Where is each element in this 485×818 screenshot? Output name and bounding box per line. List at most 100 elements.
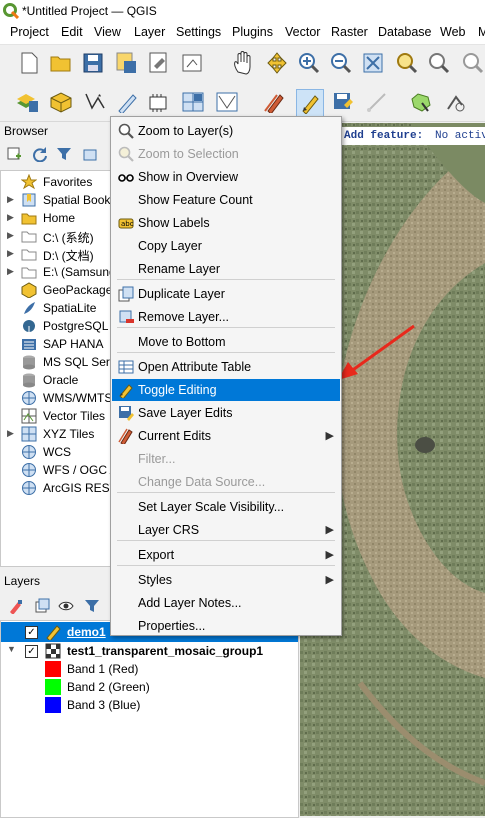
- layer-context-menu: Zoom to Layer(s) Zoom to Selection Show in…: [110, 116, 342, 636]
- filter-legend-icon[interactable]: [84, 598, 100, 614]
- menu-item-current-edits[interactable]: Current Edits ▶: [112, 425, 340, 447]
- menu-item-styles[interactable]: Styles ▶: [112, 569, 340, 591]
- style-manager-icon[interactable]: [8, 598, 24, 614]
- layer-visibility-checkbox[interactable]: ✓: [25, 626, 38, 639]
- zoom-to-layer-icon[interactable]: [426, 50, 452, 76]
- zoom-full-icon[interactable]: [360, 50, 386, 76]
- add-selected-icon[interactable]: [6, 146, 22, 162]
- menu-item-label: Zoom to Selection: [138, 147, 239, 161]
- digitize-line-icon[interactable]: [364, 89, 390, 115]
- layout-manager-icon[interactable]: [180, 50, 206, 76]
- menu-item-open-attribute-table[interactable]: Open Attribute Table: [112, 356, 340, 378]
- menu-item-show-feature-count[interactable]: Show Feature Count: [112, 189, 340, 211]
- menu-item-show-in-overview[interactable]: Show in Overview: [112, 166, 340, 188]
- new-temp-layer-icon[interactable]: [114, 89, 140, 115]
- menu-web[interactable]: Web: [440, 25, 465, 39]
- data-source-manager-icon[interactable]: [14, 89, 40, 115]
- menu-item-label: Move to Bottom: [138, 335, 226, 349]
- menu-item-layer-crs[interactable]: Layer CRS ▶: [112, 519, 340, 541]
- menu-item-save-layer-edits[interactable]: Save Layer Edits: [112, 402, 340, 424]
- print-layout-icon[interactable]: [146, 50, 172, 76]
- menu-raster[interactable]: Raster: [331, 25, 368, 39]
- new-geopackage-icon[interactable]: [48, 89, 74, 115]
- menu-project[interactable]: Project: [10, 25, 49, 39]
- annotation-arrow-icon: [338, 324, 415, 380]
- globe-icon: [21, 480, 37, 496]
- menu-item-rename-layer[interactable]: Rename Layer: [112, 258, 340, 280]
- folder-icon: [21, 228, 37, 244]
- menu-vector[interactable]: Vector: [285, 25, 320, 39]
- digitize-shape-icon[interactable]: [442, 89, 468, 115]
- menu-item-show-labels[interactable]: abc Show Labels: [112, 212, 340, 234]
- submenu-arrow-icon: ▶: [325, 430, 334, 442]
- menu-item-label: Remove Layer...: [138, 310, 230, 324]
- menu-item-filter: Filter...: [112, 448, 340, 470]
- menu-edit[interactable]: Edit: [61, 25, 83, 39]
- menu-item-label: Layer CRS: [138, 523, 200, 537]
- table-icon: [118, 359, 134, 375]
- expand-arrow-icon[interactable]: ▶: [7, 212, 14, 223]
- zoom-in-icon[interactable]: [296, 50, 322, 76]
- expand-arrow-icon[interactable]: ▶: [7, 428, 14, 439]
- menu-item-set-layer-scale-visibility[interactable]: Set Layer Scale Visibility...: [112, 496, 340, 518]
- folder-icon: [21, 246, 37, 262]
- zoom-native-icon[interactable]: [460, 50, 485, 76]
- menu-layer[interactable]: Layer: [134, 25, 165, 39]
- band-label: Band 3 (Blue): [67, 698, 141, 712]
- layer-visibility-checkbox[interactable]: ✓: [25, 645, 38, 658]
- save-edits-toolbar-icon[interactable]: [330, 89, 356, 115]
- collapse-all-icon[interactable]: [82, 146, 98, 162]
- menu-item-label: Current Edits: [138, 429, 211, 443]
- new-shapefile-icon[interactable]: *: [82, 89, 108, 115]
- menu-item-remove-layer[interactable]: Remove Layer...: [112, 306, 340, 328]
- submenu-arrow-icon: ▶: [325, 549, 334, 561]
- menu-item-zoom-to-layer-s[interactable]: Zoom to Layer(s): [112, 120, 340, 142]
- folder-icon: [21, 210, 37, 226]
- menu-item-label: Change Data Source...: [138, 475, 266, 489]
- menu-plugins[interactable]: Plugins: [232, 25, 273, 39]
- menu-item-toggle-editing[interactable]: Toggle Editing: [112, 379, 340, 401]
- menu-item-export[interactable]: Export ▶: [112, 544, 340, 566]
- menu-settings[interactable]: Settings: [176, 25, 221, 39]
- save-project-icon[interactable]: [80, 50, 106, 76]
- new-mesh-icon[interactable]: [214, 89, 240, 115]
- labels-icon: abc: [118, 215, 134, 231]
- zoom-out-icon[interactable]: [328, 50, 354, 76]
- spatialite-icon: [21, 300, 37, 316]
- filter-icon[interactable]: [56, 146, 72, 162]
- expand-arrow-icon[interactable]: ▶: [7, 266, 14, 277]
- pan-hand-icon[interactable]: [230, 50, 256, 76]
- expand-arrow-icon[interactable]: ▶: [7, 194, 14, 205]
- menu-database[interactable]: Database: [378, 25, 432, 39]
- menu-item-move-to-bottom[interactable]: Move to Bottom: [112, 331, 340, 353]
- vertex-tool-icon[interactable]: [408, 89, 434, 115]
- open-project-icon[interactable]: [48, 50, 74, 76]
- new-project-icon[interactable]: [16, 50, 42, 76]
- expand-arrow-icon[interactable]: ▶: [7, 248, 14, 259]
- menu-item-label: Properties...: [138, 619, 206, 633]
- raster-calculator-icon[interactable]: [180, 89, 206, 115]
- pan-to-selection-icon[interactable]: [264, 50, 290, 76]
- layer-row-raster[interactable]: ▼ ✓ test1_transparent_mosaic_group1: [1, 642, 298, 660]
- toggle-editing-toolbar-icon[interactable]: [296, 89, 324, 117]
- add-group-icon[interactable]: [34, 598, 50, 614]
- menu-item-label: Copy Layer: [138, 239, 202, 253]
- visibility-eye-icon[interactable]: [58, 598, 74, 614]
- save-as-icon[interactable]: [114, 50, 140, 76]
- new-virtual-layer-icon[interactable]: [146, 89, 172, 115]
- zoom-to-selection-icon[interactable]: [394, 50, 420, 76]
- expand-arrow-icon[interactable]: ▶: [7, 230, 14, 241]
- menu-item-properties[interactable]: Properties...: [112, 615, 340, 637]
- menu-more[interactable]: M: [478, 25, 485, 39]
- menu-item-duplicate-layer[interactable]: Duplicate Layer: [112, 283, 340, 305]
- menu-item-add-layer-notes[interactable]: Add Layer Notes...: [112, 592, 340, 614]
- current-edits-toolbar-icon[interactable]: [262, 89, 288, 115]
- menu-item-copy-layer[interactable]: Copy Layer: [112, 235, 340, 257]
- menu-view[interactable]: View: [94, 25, 121, 39]
- zoom-selection-icon: [118, 146, 134, 162]
- legend-band-green: Band 2 (Green): [45, 678, 295, 696]
- geopackage-icon: [21, 282, 37, 299]
- collapse-arrow-icon[interactable]: ▼: [7, 644, 16, 654]
- star-icon: [20, 173, 38, 190]
- refresh-icon[interactable]: [32, 146, 48, 162]
